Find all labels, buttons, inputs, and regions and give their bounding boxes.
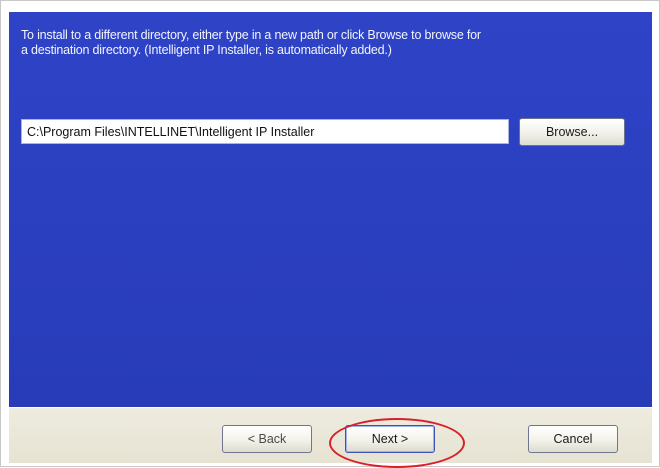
back-button[interactable]: < Back — [222, 425, 312, 453]
instructions-text: To install to a different directory, eit… — [21, 28, 481, 57]
installer-dialog: To install to a different directory, eit… — [0, 0, 660, 468]
wizard-button-bar: < Back Next > Cancel — [9, 407, 652, 468]
content-panel: To install to a different directory, eit… — [9, 12, 652, 407]
install-path-input[interactable] — [21, 119, 509, 144]
cancel-button[interactable]: Cancel — [528, 425, 618, 453]
browse-button[interactable]: Browse... — [519, 118, 625, 146]
next-button[interactable]: Next > — [345, 425, 435, 453]
